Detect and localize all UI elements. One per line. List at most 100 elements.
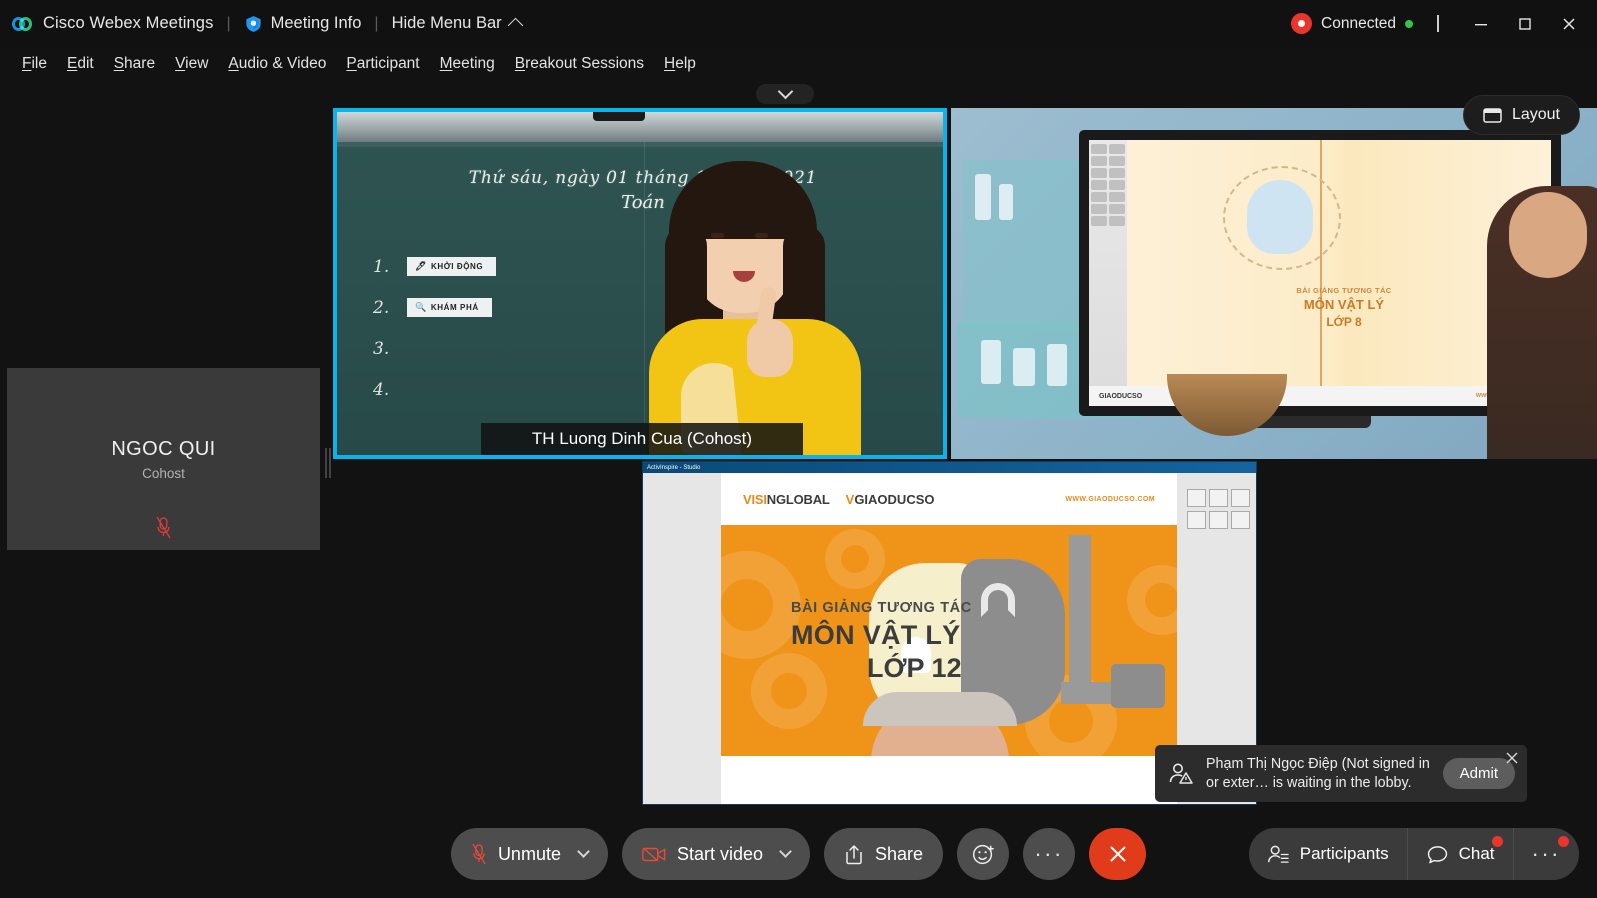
unmute-label: Unmute [498,844,561,865]
panel-more-button[interactable]: ··· [1513,828,1579,880]
active-speaker-name: TH Luong Dinh Cua (Cohost) [532,429,752,449]
minimize-button[interactable] [1459,7,1503,40]
menu-item-breakout-sessions[interactable]: Breakout Sessions [505,53,654,75]
menu-breakout-rest: reakout Sessions [525,55,644,72]
blackboard-agenda-row: 4. [373,375,496,404]
title-bar-right: Connected [1291,7,1597,40]
agenda-number: 3. [373,339,407,359]
reaction-button[interactable] [957,828,1009,880]
participant-name: NGOC QUI [111,438,215,461]
gear-decor [721,551,801,659]
status-green-dot-icon [1405,20,1413,28]
menu-item-participant[interactable]: Participant [336,53,429,75]
meeting-info-button[interactable]: Meeting Info [244,14,362,34]
unmute-button[interactable]: Unmute [451,828,608,880]
display-title-main: MÔN VẬT LÝ [1239,297,1449,312]
participants-button[interactable]: Participants [1249,828,1407,880]
active-speaker-video[interactable]: Thứ sáu, ngày 01 tháng 10 năm 2021 Toán … [333,108,947,459]
toast-close-button[interactable] [1504,750,1520,766]
magnifier-icon: 🔍 [415,302,427,313]
display-toolbar-strip [1089,140,1127,406]
title-bar-left: Cisco Webex Meetings | Meeting Info | Hi… [0,13,521,35]
menu-file-rest: ile [31,55,47,72]
menu-breakout-mnemonic: B [515,55,525,72]
menu-item-audio-video[interactable]: Audio & Video [218,53,336,75]
chevron-up-icon [507,18,523,34]
chip-graphic [1111,664,1165,708]
lobby-notification-toast: Phạm Thị Ngọc Điệp (Not signed in or ext… [1155,745,1527,802]
menu-item-meeting[interactable]: Meeting [430,53,505,75]
menu-av-rest: udio & Video [239,55,327,72]
giaoducso-logo: VGIAODUCSO [846,492,935,507]
slide-url: WWW.GIAODUCSO.COM [1065,496,1155,503]
chevron-down-icon[interactable] [577,845,590,858]
display-screen: BÀI GIẢNG TƯƠNG TÁC MÔN VẬT LÝ LỚP 8 GIA… [1089,140,1551,406]
display-title-small: BÀI GIẢNG TƯƠNG TÁC [1239,286,1449,295]
share-label: Share [875,844,923,865]
chevron-down-icon[interactable] [779,845,792,858]
display-tool-icons [1091,144,1125,226]
maximize-icon [1517,16,1533,32]
start-video-label: Start video [677,844,763,865]
chat-button[interactable]: Chat [1407,828,1513,880]
participant-tile-ngoc-qui[interactable]: NGOC QUI Cohost [7,368,320,550]
more-options-button[interactable]: ··· [1023,828,1075,880]
menu-share-rest: hare [124,55,155,72]
giaoducso-logo-accent: V [846,492,855,507]
menu-view-rest: iew [185,55,208,72]
title-separator-2: | [374,15,378,33]
share-upload-icon [844,844,864,865]
agenda-card-kham-pha: 🔍 KHÁM PHÁ [407,298,492,317]
webex-logo-icon [12,13,34,35]
slide-orange-panel: BÀI GIẢNG TƯƠNG TÁC MÔN VẬT LÝ LỚP 12 [721,525,1177,756]
slide-toolbar-top[interactable] [1187,489,1250,507]
agenda-number: 4. [373,380,407,400]
chat-icon [1426,844,1449,865]
hide-menu-bar-label: Hide Menu Bar [392,14,502,33]
blackboard-agenda-row: 3. [373,334,496,363]
start-video-button[interactable]: Start video [622,828,810,880]
toolbar-right-group: Participants Chat ··· [1249,828,1579,880]
layout-button[interactable]: Layout [1463,95,1580,135]
visionglobal-logo-text: NGLOBAL [767,492,830,507]
shield-icon [244,14,263,34]
sidebar-drag-handle[interactable] [325,448,331,478]
menu-item-help[interactable]: Help [654,53,706,75]
lab-bottle [975,174,991,220]
menu-item-file[interactable]: File [12,53,57,75]
rocket-icon: 🖊 [415,261,427,272]
mic-muted-icon [471,843,487,866]
menu-item-edit[interactable]: Edit [57,53,104,75]
menu-item-view[interactable]: View [165,53,218,75]
lab-bottle [999,184,1013,220]
maximize-button[interactable] [1503,7,1547,40]
menu-edit-mnemonic: E [67,55,77,72]
display-footer: GIAODUCSO WWW.GIAODUCSO.COM [1089,386,1551,406]
connection-status: Connected [1291,13,1413,34]
person-silhouette [1487,186,1597,459]
share-button[interactable]: Share [824,828,943,880]
menu-av-mnemonic: A [228,55,238,72]
blackboard-agenda-row: 2. 🔍 KHÁM PHÁ [373,293,496,322]
agenda-number: 1. [373,257,407,277]
minimize-icon [1473,16,1489,32]
more-options-icon: ··· [1034,849,1063,859]
close-window-button[interactable] [1547,7,1591,40]
connection-status-label: Connected [1321,15,1396,33]
display-footer-logo: GIAODUCSO [1099,393,1142,400]
slide-title-block: BÀI GIẢNG TƯƠNG TÁC MÔN VẬT LÝ LỚP 12 [791,600,1081,684]
slide-title-main: MÔN VẬT LÝ [791,620,1081,651]
collapse-video-strip-button[interactable] [756,84,814,104]
menu-item-share[interactable]: Share [104,53,165,75]
webex-meeting-window: Cisco Webex Meetings | Meeting Info | Hi… [0,0,1597,898]
menu-participant-rest: articipant [357,55,420,72]
hide-menu-bar-button[interactable]: Hide Menu Bar [392,14,521,33]
secondary-video-tile[interactable]: BÀI GIẢNG TƯƠNG TÁC MÔN VẬT LÝ LỚP 8 GIA… [951,108,1597,459]
titlebar-divider [1437,15,1439,32]
reaction-smiley-icon [971,842,996,867]
end-call-button[interactable] [1089,828,1146,880]
slide-toolbar-second[interactable] [1187,511,1250,529]
app-title: Cisco Webex Meetings [43,14,213,33]
agenda-card-label: KHỞI ĐỘNG [431,262,483,271]
meeting-info-label: Meeting Info [271,14,362,33]
